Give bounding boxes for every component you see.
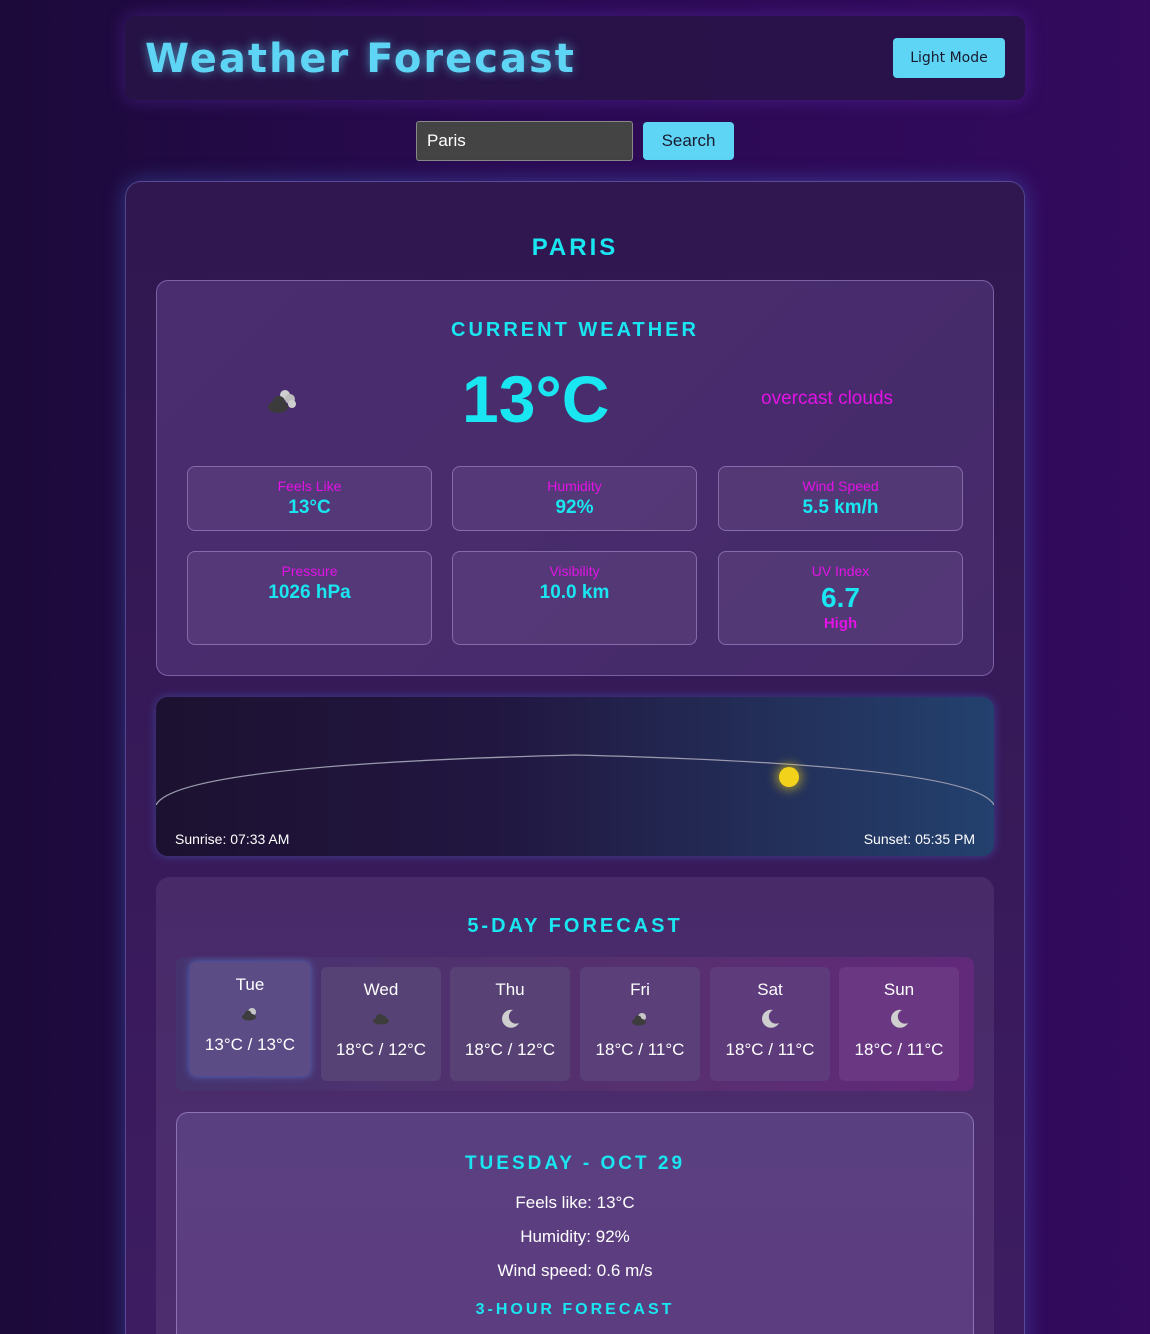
- current-weather-heading: CURRENT WEATHER: [451, 319, 699, 341]
- current-temperature: 13°C: [462, 362, 610, 436]
- stat-label: Visibility: [549, 563, 600, 579]
- sun-icon: [779, 767, 799, 787]
- stat-feels-like: Feels Like 13°C: [187, 466, 432, 531]
- forecast-day-thu[interactable]: Thu 18°C / 12°C: [450, 967, 570, 1081]
- day-temps: 18°C / 11°C: [725, 1040, 815, 1059]
- day-temps: 18°C / 12°C: [335, 1040, 427, 1059]
- clouds-icon: [261, 385, 301, 415]
- moon-icon: [710, 1008, 830, 1030]
- stat-label: UV Index: [811, 563, 870, 579]
- stat-label: Feels Like: [277, 478, 342, 494]
- stat-humidity: Humidity 92%: [452, 466, 697, 531]
- stat-label: Pressure: [281, 563, 338, 579]
- stat-uv-index: UV Index 6.7 High: [718, 551, 963, 645]
- day-name: Fri: [630, 980, 650, 999]
- five-day-forecast-panel: 5-DAY FORECAST Tue 13°C / 13°C Wed 18°C …: [156, 877, 994, 1334]
- forecast-days-row: Tue 13°C / 13°C Wed 18°C / 12°C Thu 18°C…: [176, 957, 974, 1091]
- stat-pressure: Pressure 1026 hPa: [187, 551, 432, 645]
- app-title: Weather Forecast: [145, 36, 576, 82]
- sun-path-panel: Sunrise: 07:33 AM Sunset: 05:35 PM: [156, 697, 994, 856]
- day-name: Sun: [883, 980, 915, 999]
- forecast-day-tue[interactable]: Tue 13°C / 13°C: [190, 962, 310, 1076]
- detail-humidity: Humidity: 92%: [520, 1227, 630, 1246]
- stat-value: 5.5 km/h: [802, 497, 879, 518]
- day-temps: 18°C / 11°C: [595, 1040, 685, 1059]
- day-temps: 18°C / 12°C: [464, 1040, 556, 1059]
- stat-value: 13°C: [288, 497, 331, 518]
- moon-icon: [450, 1008, 570, 1030]
- city-name: PARIS: [531, 234, 619, 261]
- detail-wind-speed: Wind speed: 0.6 m/s: [497, 1261, 653, 1280]
- day-name: Sat: [757, 980, 783, 999]
- forecast-day-fri[interactable]: Fri 18°C / 11°C: [580, 967, 700, 1081]
- day-name: Tue: [235, 975, 265, 994]
- uv-index-level: High: [823, 615, 858, 632]
- moon-icon: [839, 1008, 959, 1030]
- forecast-day-sat[interactable]: Sat 18°C / 11°C: [710, 967, 830, 1081]
- forecast-day-sun[interactable]: Sun 18°C / 11°C: [839, 967, 959, 1081]
- search-button[interactable]: Search: [643, 122, 734, 160]
- app-header: Weather Forecast Light Mode: [125, 16, 1025, 100]
- day-temps: 13°C / 13°C: [204, 1035, 296, 1054]
- stat-value: 92%: [555, 497, 594, 518]
- day-temps: 18°C / 11°C: [854, 1040, 944, 1059]
- current-weather-panel: CURRENT WEATHER 13°C overcast clouds Fee…: [156, 280, 994, 676]
- stat-wind-speed: Wind Speed 5.5 km/h: [718, 466, 963, 531]
- forecast-heading: 5-DAY FORECAST: [467, 915, 683, 937]
- hourly-forecast-heading: 3-HOUR FORECAST: [475, 1301, 675, 1318]
- partly-cloudy-icon: [580, 1008, 700, 1030]
- city-search-input[interactable]: [416, 121, 633, 161]
- cloud-icon: [321, 1008, 441, 1030]
- uv-index-value: 6.7: [821, 582, 860, 613]
- day-name: Wed: [363, 980, 399, 999]
- weather-description: overcast clouds: [761, 388, 894, 409]
- stat-label: Humidity: [547, 478, 602, 494]
- weather-card: PARIS CURRENT WEATHER 13°C overcast clou…: [125, 181, 1025, 1334]
- day-detail-panel: TUESDAY - OCT 29 Feels like: 13°C Humidi…: [176, 1112, 974, 1334]
- stat-visibility: Visibility 10.0 km: [452, 551, 697, 645]
- forecast-day-wed[interactable]: Wed 18°C / 12°C: [321, 967, 441, 1081]
- sunset-time: Sunset: 05:35 PM: [863, 831, 975, 847]
- detail-feels-like: Feels like: 13°C: [515, 1193, 635, 1212]
- stat-value: 1026 hPa: [268, 582, 351, 603]
- partly-cloudy-icon: [190, 1003, 310, 1025]
- day-name: Thu: [495, 980, 525, 999]
- day-detail-title: TUESDAY - OCT 29: [464, 1153, 686, 1174]
- stat-label: Wind Speed: [802, 478, 879, 494]
- sunrise-time: Sunrise: 07:33 AM: [175, 831, 290, 847]
- light-mode-button[interactable]: Light Mode: [893, 38, 1005, 78]
- stat-value: 10.0 km: [539, 582, 610, 603]
